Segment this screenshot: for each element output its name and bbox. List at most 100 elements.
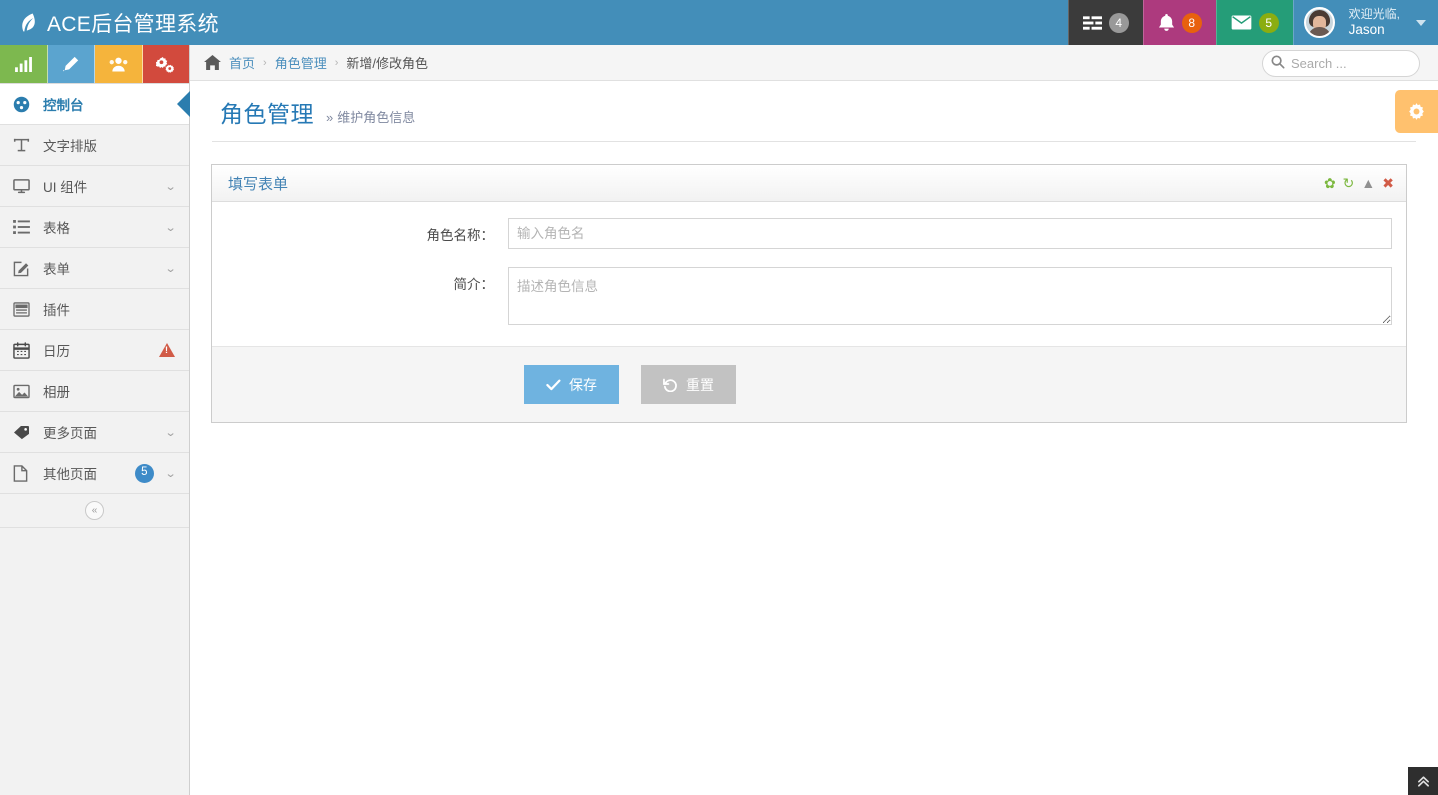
sidebar-item-label: 插件 (43, 303, 70, 318)
reset-button[interactable]: 重置 (641, 365, 736, 404)
sidebar-item-dashboard[interactable]: 控制台 (0, 84, 190, 125)
sidebar-item-label: 日历 (43, 344, 70, 359)
page-title: 角色管理 (220, 101, 314, 127)
page-subtitle-text: 维护角色信息 (337, 110, 416, 125)
tasks-list-icon (1082, 15, 1102, 31)
sidebar-item-other-pages[interactable]: 其他页面 5 ⌄ (0, 453, 189, 494)
search-icon (1271, 55, 1285, 69)
sidebar-item-widgets[interactable]: 插件 (0, 289, 189, 330)
shortcut-edit-button[interactable] (47, 45, 95, 83)
widget-collapse-icon[interactable]: ▲ (1361, 176, 1375, 190)
shortcut-users-button[interactable] (95, 45, 143, 83)
user-info: 欢迎光临, Jason (1348, 6, 1400, 37)
leaf-icon (15, 9, 42, 36)
navbar-spacer (190, 0, 1068, 45)
sidebar-item-more-pages[interactable]: 更多页面 ⌄ (0, 412, 189, 453)
shortcut-chart-button[interactable] (0, 45, 48, 83)
sidebar-item-tables[interactable]: 表格 ⌄ (0, 207, 189, 248)
breadcrumb-bar: 首页 › 角色管理 › 新增/修改角色 (190, 45, 1438, 81)
envelope-icon (1231, 15, 1252, 30)
cogs-icon (156, 56, 175, 73)
save-button-label: 保存 (569, 376, 597, 393)
gear-icon (1406, 101, 1427, 122)
double-chevron-left-icon[interactable]: « (85, 501, 104, 520)
breadcrumb-separator: › (334, 56, 339, 69)
widget-close-icon[interactable]: ✖ (1382, 176, 1394, 190)
breadcrumb-item-home[interactable]: 首页 › (229, 53, 275, 72)
typography-icon (13, 137, 35, 154)
sidebar-item-ui-components[interactable]: UI 组件 ⌄ (0, 166, 189, 207)
alerts-badge: 8 (1181, 12, 1202, 33)
chevron-down-icon: ⌄ (164, 221, 177, 234)
user-welcome: 欢迎光临, (1348, 6, 1400, 21)
messages-badge: 5 (1258, 12, 1279, 33)
widget-settings-icon[interactable]: ✿ (1324, 176, 1336, 190)
tasks-menu[interactable]: 4 (1067, 0, 1143, 45)
form-row-role-name: 角色名称： (212, 218, 1406, 249)
main-content: 角色管理 »维护角色信息 填写表单 ✿ ↻ ▲ ✖ 角色名称： 简介： (190, 81, 1438, 795)
chevron-down-icon: ⌄ (164, 180, 177, 193)
sidebar-item-label: 表格 (43, 221, 70, 236)
sidebar-collapse-row: « (0, 494, 189, 528)
sidebar-item-label: 更多页面 (43, 426, 97, 441)
home-icon[interactable] (204, 55, 221, 70)
search-input[interactable] (1262, 50, 1420, 77)
bar-chart-icon (14, 56, 32, 72)
description-control (508, 267, 1394, 328)
bell-icon (1158, 13, 1175, 32)
group-icon (109, 57, 128, 72)
nav-search (1262, 50, 1420, 77)
sidebar: 控制台 文字排版 UI 组件 ⌄ 表格 ⌄ 表单 ⌄ 插件 日历 ! 相册 更多… (0, 45, 190, 795)
sidebar-item-label: 文字排版 (43, 139, 97, 154)
picture-icon (13, 384, 35, 399)
tag-icon (13, 425, 35, 440)
widget-header: 填写表单 ✿ ↻ ▲ ✖ (212, 165, 1406, 202)
brand-logo[interactable]: ACE后台管理系统 (0, 0, 219, 45)
save-button[interactable]: 保存 (524, 365, 619, 404)
sidebar-item-gallery[interactable]: 相册 (0, 371, 189, 412)
alerts-menu[interactable]: 8 (1142, 0, 1216, 45)
widget-body: 角色名称： 简介： 保存 (212, 202, 1406, 422)
page-header: 角色管理 » 维护角色信息 (212, 81, 1416, 142)
sidebar-item-typography[interactable]: 文字排版 (0, 125, 189, 166)
breadcrumb-link[interactable]: 角色管理 (275, 53, 327, 72)
sidebar-item-label: 相册 (43, 385, 70, 400)
sidebar-item-forms[interactable]: 表单 ⌄ (0, 248, 189, 289)
sidebar-item-badge: 5 (134, 463, 154, 483)
shortcut-settings-button[interactable] (142, 45, 189, 83)
form-actions: 保存 重置 (212, 346, 1406, 422)
form-row-description: 简介： (212, 267, 1406, 328)
dashboard-icon (13, 96, 35, 113)
page-subtitle-arrows: » (326, 110, 334, 125)
sidebar-item-label: 表单 (43, 262, 70, 277)
caret-down-icon (1416, 19, 1426, 26)
settings-tab-button[interactable] (1395, 90, 1438, 133)
breadcrumb-item-current: 新增/修改角色 (346, 56, 428, 71)
form-widget: 填写表单 ✿ ↻ ▲ ✖ 角色名称： 简介： (211, 164, 1407, 423)
file-icon (13, 464, 35, 482)
chevron-down-icon: ⌄ (164, 426, 177, 439)
breadcrumb: 首页 › 角色管理 › 新增/修改角色 (229, 53, 428, 72)
sidebar-item-calendar[interactable]: 日历 (0, 330, 189, 371)
sidebar-menu: 控制台 文字排版 UI 组件 ⌄ 表格 ⌄ 表单 ⌄ 插件 日历 ! 相册 更多… (0, 84, 190, 494)
sidebar-shortcuts (0, 45, 189, 84)
breadcrumb-item-role-management[interactable]: 角色管理 › (275, 53, 347, 72)
reset-button-label: 重置 (686, 376, 714, 393)
calendar-icon (13, 341, 35, 359)
user-menu[interactable]: 欢迎光临, Jason (1292, 0, 1438, 45)
user-name: Jason (1348, 21, 1385, 37)
widget-refresh-icon[interactable]: ↻ (1343, 176, 1355, 190)
tasks-badge: 4 (1108, 12, 1129, 33)
scroll-to-top-button[interactable] (1408, 767, 1438, 795)
role-name-input[interactable] (508, 218, 1392, 249)
widget-icon (13, 301, 35, 317)
messages-menu[interactable]: 5 (1215, 0, 1293, 45)
form-edit-icon (13, 260, 35, 277)
widget-toolbar: ✿ ↻ ▲ ✖ (1324, 176, 1394, 190)
breadcrumb-link[interactable]: 首页 (229, 53, 255, 72)
widget-title: 填写表单 (228, 175, 289, 193)
description-label: 简介： (453, 277, 495, 292)
description-textarea[interactable] (508, 267, 1392, 325)
pencil-icon (62, 56, 79, 73)
top-navbar: ACE后台管理系统 4 8 5 欢迎光临, Jason (0, 0, 1438, 45)
